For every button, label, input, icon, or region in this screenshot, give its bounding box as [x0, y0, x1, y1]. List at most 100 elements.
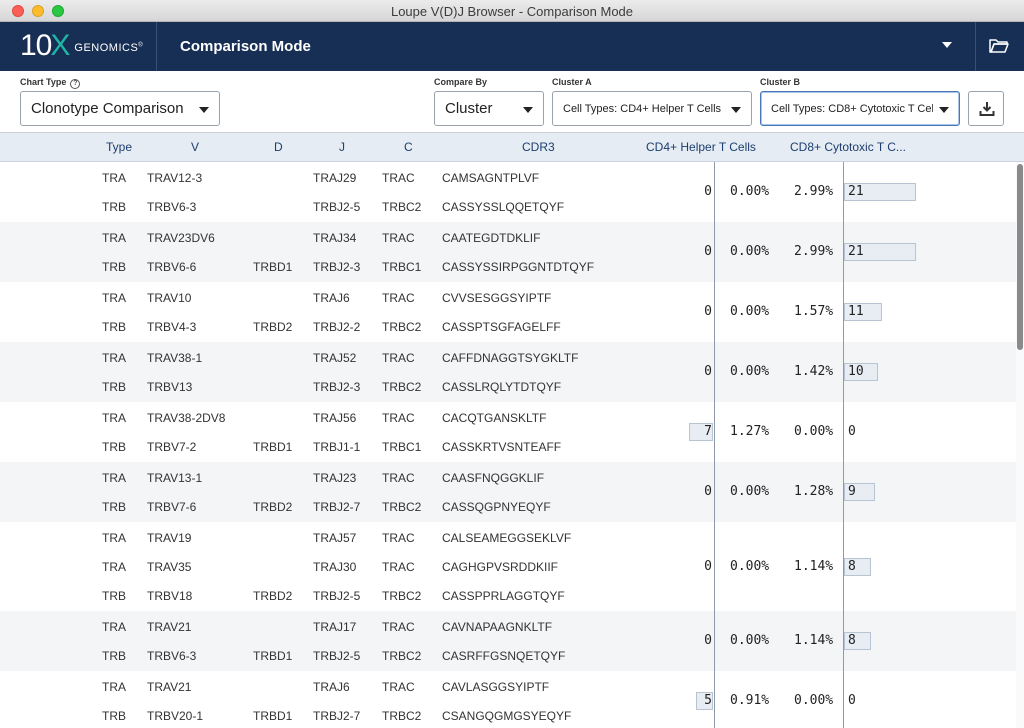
10x-genomics-logo: 10 X GENOMICS®: [20, 29, 143, 63]
cell-v: TRBV6-3: [147, 200, 197, 214]
cluster-b-percent: 1.14%: [794, 558, 834, 574]
cell-j: TRAJ56: [313, 411, 357, 425]
cluster-a-percent: 0.00%: [730, 558, 770, 574]
cell-type: TRB: [102, 380, 126, 394]
col-type[interactable]: Type: [106, 140, 132, 154]
cluster-a-count: 5: [704, 693, 712, 708]
cell-cdr3: CSANGQGMGSYEQYF: [442, 709, 572, 723]
compare-by-value: Cluster: [445, 100, 493, 117]
cluster-b-count: 21: [848, 184, 864, 199]
scrollbar-thumb[interactable]: [1017, 164, 1023, 350]
cell-c: TRAC: [382, 560, 415, 574]
clonotype-group[interactable]: TRA TRAV21 TRAJ17 TRAC CAVNAPAAGNKLTF TRB TRBV…: [0, 611, 1016, 671]
clonotype-group[interactable]: TRA TRAV38-2DV8 TRAJ56 TRAC CACQTGANSKLTF TRB…: [0, 402, 1016, 462]
cluster-a-percent: 0.00%: [730, 244, 770, 259]
clonotype-group[interactable]: TRA TRAV21 TRAJ6 TRAC CAVLASGGSYIPTF TRB TRBV2…: [0, 671, 1016, 728]
cell-j: TRBJ1-1: [313, 440, 361, 454]
cell-v: TRAV23DV6: [147, 231, 215, 245]
compare-by-select[interactable]: Cluster: [434, 91, 544, 126]
cluster-a-percent: 0.00%: [730, 304, 770, 319]
download-button[interactable]: [968, 91, 1004, 126]
col-d[interactable]: D: [274, 140, 283, 154]
col-c[interactable]: C: [404, 140, 413, 154]
mode-menu-chevron-down-icon[interactable]: [942, 42, 952, 48]
cell-c: TRAC: [382, 620, 415, 634]
cell-type: TRA: [102, 471, 126, 485]
cell-d: TRBD1: [253, 709, 293, 723]
col-cdr3[interactable]: CDR3: [522, 140, 555, 154]
chart-type-select[interactable]: Clonotype Comparison: [20, 91, 220, 126]
cell-d: TRBD2: [253, 589, 293, 603]
clonotype-table: TRA TRAV12-3 TRAJ29 TRAC CAMSAGNTPLVF TRB TRBV…: [0, 162, 1016, 728]
cell-v: TRBV7-6: [147, 500, 197, 514]
cluster-a-select[interactable]: Cell Types: CD4+ Helper T Cells: [552, 91, 752, 126]
cell-j: TRAJ6: [313, 291, 350, 305]
col-cluster-a[interactable]: CD4+ Helper T Cells: [646, 140, 756, 154]
cell-v: TRBV6-6: [147, 260, 197, 274]
cell-cdr3: CASSYSSLQQETQYF: [442, 200, 565, 214]
cluster-b-percent: 1.42%: [794, 364, 834, 379]
cluster-b-count: 8: [848, 558, 856, 574]
controls-bar: Chart Type? Clonotype Comparison Compare…: [0, 71, 1024, 132]
cell-j: TRBJ2-7: [313, 709, 361, 723]
cluster-a-count: 0: [704, 558, 712, 574]
cell-j: TRAJ6: [313, 680, 350, 694]
cell-j: TRAJ30: [313, 560, 357, 574]
clonotype-group[interactable]: TRA TRAV38-1 TRAJ52 TRAC CAFFDNAGGTSYGKLTF TR…: [0, 342, 1016, 402]
cell-type: TRB: [102, 320, 126, 334]
cluster-b-count: 0: [848, 693, 856, 708]
cluster-b-axis: [843, 162, 844, 728]
cell-c: TRAC: [382, 171, 415, 185]
cell-cdr3: CVVSESGGSYIPTF: [442, 291, 552, 305]
cell-c: TRBC2: [382, 380, 422, 394]
cell-c: TRBC2: [382, 649, 422, 663]
cell-cdr3: CASSPPRLAGGTQYF: [442, 589, 565, 603]
cell-type: TRA: [102, 351, 126, 365]
cell-c: TRAC: [382, 231, 415, 245]
logo-word: GENOMICS®: [74, 42, 143, 54]
cell-cdr3: CAATEGDTDKLIF: [442, 231, 541, 245]
cell-type: TRB: [102, 709, 126, 723]
cluster-b-label: Cluster B: [760, 77, 801, 87]
cell-j: TRBJ2-5: [313, 589, 361, 603]
cluster-a-count: 0: [704, 184, 712, 199]
download-icon: [979, 102, 995, 116]
cluster-a-percent: 1.27%: [730, 424, 770, 439]
cell-type: TRA: [102, 291, 126, 305]
cell-cdr3: CAFFDNAGGTSYGKLTF: [442, 351, 579, 365]
cell-type: TRA: [102, 560, 126, 574]
chart-type-label-text: Chart Type: [20, 77, 67, 87]
open-folder-icon[interactable]: [988, 36, 1010, 56]
clonotype-group[interactable]: TRA TRAV13-1 TRAJ23 TRAC CAASFNQGGKLIF TRB TRB…: [0, 462, 1016, 522]
clonotype-group[interactable]: TRA TRAV23DV6 TRAJ34 TRAC CAATEGDTDKLIF TRB TR…: [0, 222, 1016, 282]
chevron-down-icon: [199, 107, 209, 113]
cluster-a-value: Cell Types: CD4+ Helper T Cells: [563, 102, 722, 115]
app-window: Loupe V(D)J Browser - Comparison Mode 10…: [0, 0, 1024, 728]
cluster-b-count: 0: [848, 424, 856, 439]
cell-j: TRBJ2-5: [313, 200, 361, 214]
logo-x: X: [50, 29, 71, 62]
col-cluster-b[interactable]: CD8+ Cytotoxic T C...: [790, 140, 906, 154]
clonotype-group[interactable]: TRA TRAV19 TRAJ57 TRAC CALSEAMEGGSEKLVF TRA TR…: [0, 522, 1016, 611]
help-icon[interactable]: ?: [70, 79, 81, 89]
table-header: Type V D J C CDR3 CD4+ Helper T Cells CD…: [0, 132, 1024, 162]
col-v[interactable]: V: [191, 140, 199, 154]
cluster-b-select[interactable]: Cell Types: CD8+ Cytotoxic T Cells: [760, 91, 960, 126]
cell-j: TRAJ29: [313, 171, 357, 185]
cell-cdr3: CASSKRTVSNTEAFF: [442, 440, 562, 454]
cell-c: TRBC2: [382, 709, 422, 723]
cell-v: TRAV10: [147, 291, 192, 305]
clonotype-group[interactable]: TRA TRAV10 TRAJ6 TRAC CVVSESGGSYIPTF TRB TRBV4…: [0, 282, 1016, 342]
cell-v: TRBV18: [147, 589, 193, 603]
clonotype-group[interactable]: TRA TRAV12-3 TRAJ29 TRAC CAMSAGNTPLVF TRB TRBV…: [0, 162, 1016, 222]
cluster-b-percent: 1.28%: [794, 484, 834, 499]
cell-type: TRB: [102, 260, 126, 274]
cluster-b-percent: 0.00%: [794, 693, 834, 708]
cell-cdr3: CAVNAPAAGNKLTF: [442, 620, 553, 634]
cluster-b-count: 10: [848, 364, 864, 379]
cluster-b-count: 8: [848, 633, 856, 648]
col-j[interactable]: J: [339, 140, 345, 154]
cell-c: TRAC: [382, 411, 415, 425]
cell-j: TRAJ17: [313, 620, 357, 634]
cell-type: TRB: [102, 589, 126, 603]
